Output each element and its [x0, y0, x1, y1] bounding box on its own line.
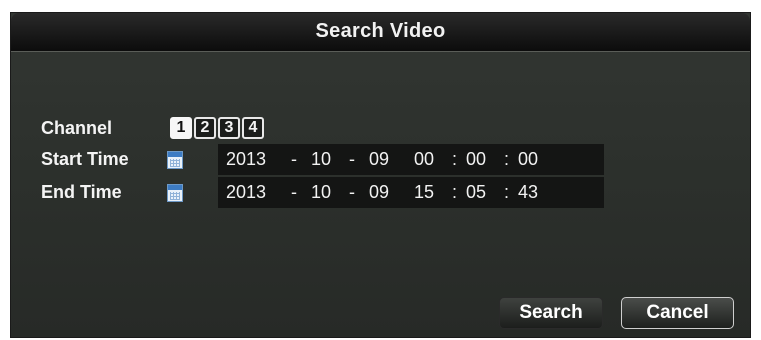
time-separator: :: [452, 182, 458, 202]
channel-1-button[interactable]: 1: [170, 117, 192, 139]
start-hour[interactable]: 00: [414, 144, 434, 175]
channel-3-button[interactable]: 3: [218, 117, 240, 139]
start-time-field[interactable]: 2013 - 10 - 09 00 : 00 : 00: [218, 144, 604, 175]
start-minute[interactable]: 00: [466, 144, 486, 175]
date-separator: -: [349, 182, 355, 202]
search-button[interactable]: Search: [499, 297, 603, 329]
channel-2-button[interactable]: 2: [194, 117, 216, 139]
date-separator: -: [291, 182, 297, 202]
start-second[interactable]: 00: [518, 144, 538, 175]
calendar-icon[interactable]: [167, 151, 183, 169]
channel-label: Channel: [41, 118, 113, 138]
start-day[interactable]: 09: [369, 144, 389, 175]
end-hour[interactable]: 15: [414, 177, 434, 208]
start-year[interactable]: 2013: [226, 144, 266, 175]
start-month[interactable]: 10: [311, 144, 331, 175]
channel-4-button[interactable]: 4: [242, 117, 264, 139]
dialog-title-bar: Search Video: [11, 13, 750, 52]
start-time-label: Start Time: [41, 149, 129, 169]
end-day[interactable]: 09: [369, 177, 389, 208]
end-second[interactable]: 43: [518, 177, 538, 208]
end-month[interactable]: 10: [311, 177, 331, 208]
end-minute[interactable]: 05: [466, 177, 486, 208]
end-time-label: End Time: [41, 182, 122, 202]
date-separator: -: [291, 149, 297, 169]
time-separator: :: [452, 149, 458, 169]
dialog-title: Search Video: [315, 20, 446, 42]
end-year[interactable]: 2013: [226, 177, 266, 208]
calendar-icon[interactable]: [167, 184, 183, 202]
time-separator: :: [504, 149, 510, 169]
end-time-field[interactable]: 2013 - 10 - 09 15 : 05 : 43: [218, 177, 604, 208]
time-separator: :: [504, 182, 510, 202]
cancel-button[interactable]: Cancel: [621, 297, 734, 329]
date-separator: -: [349, 149, 355, 169]
search-video-dialog: Search Video Channel 1 2 3 4 Start Time …: [10, 12, 751, 338]
